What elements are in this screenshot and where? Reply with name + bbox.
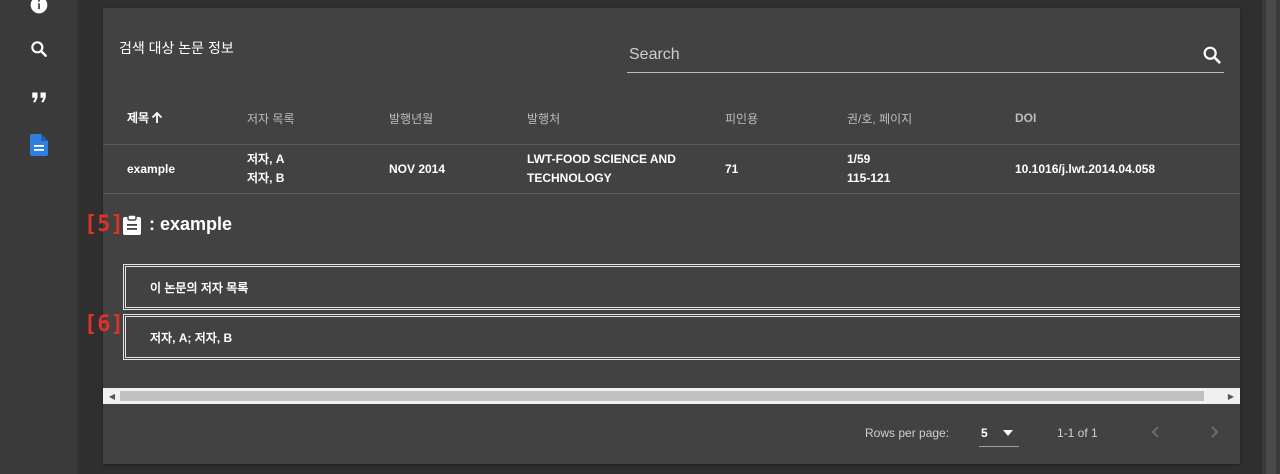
clipboard-icon xyxy=(123,214,141,235)
authors-label-box: 이 논문의 저자 목록 xyxy=(123,264,1240,310)
cell-doi: 10.1016/j.lwt.2014.04.058 xyxy=(1015,144,1240,194)
cell-citations: 71 xyxy=(725,144,847,194)
search-field xyxy=(627,38,1224,73)
horizontal-scrollbar[interactable]: ◀ ▶ xyxy=(103,388,1240,404)
annotation-marker-6: [6] xyxy=(84,312,124,337)
rows-per-page-value: 5 xyxy=(981,426,988,440)
column-header-date[interactable]: 발행년월 xyxy=(389,92,527,145)
search-input[interactable] xyxy=(627,42,1191,68)
cell-publisher: LWT-FOOD SCIENCE AND TECHNOLOGY xyxy=(527,144,725,194)
arrow-up-icon xyxy=(151,111,163,127)
table-row[interactable]: example 저자, A 저자, B NOV 2014 LWT-FOOD SC… xyxy=(103,144,1240,194)
detail-heading: : example xyxy=(123,214,232,235)
publisher-line: TECHNOLOGY xyxy=(527,171,612,185)
chevron-right-icon[interactable] xyxy=(1200,418,1228,446)
cell-volume-pages: 1/59 115-121 xyxy=(847,144,1015,194)
column-header-citations[interactable]: 피인용 xyxy=(725,92,847,145)
authors-value: 저자, A; 저자, B xyxy=(150,330,233,345)
rows-per-page-select[interactable]: 5 xyxy=(979,420,1019,447)
annotation-marker-5: [5] xyxy=(84,212,124,237)
quote-icon[interactable] xyxy=(28,86,50,108)
author-line: 저자, A xyxy=(247,152,285,166)
vertical-scrollbar[interactable] xyxy=(1262,0,1280,474)
info-icon[interactable] xyxy=(28,0,50,16)
publisher-line: LWT-FOOD SCIENCE AND xyxy=(527,152,676,166)
column-header-authors[interactable]: 저자 목록 xyxy=(247,92,389,145)
pages-line: 115-121 xyxy=(847,171,891,185)
rows-per-page-label: Rows per page: xyxy=(865,426,950,440)
column-header-volume-pages[interactable]: 권/호, 페이지 xyxy=(847,92,1015,145)
cell-title: example xyxy=(103,144,247,194)
author-line: 저자, B xyxy=(247,171,285,185)
volume-line: 1/59 xyxy=(847,152,871,166)
authors-label: 이 논문의 저자 목록 xyxy=(150,280,249,295)
table-header-row: 제목 저자 목록 발행년월 발행처 피인용 권/호, 페이지 DOI xyxy=(103,92,1240,145)
scroll-left-icon[interactable]: ◀ xyxy=(105,388,119,404)
detail-title: : example xyxy=(149,214,233,234)
pagination-range: 1-1 of 1 xyxy=(1057,426,1098,440)
cell-date: NOV 2014 xyxy=(389,144,527,194)
paper-info-card: 검색 대상 논문 정보 제목 저자 목록 발행년월 발행처 피인용 권/호, 페… xyxy=(103,8,1240,464)
search-icon[interactable] xyxy=(28,38,50,60)
search-icon[interactable] xyxy=(1201,44,1223,66)
document-icon[interactable] xyxy=(28,134,50,156)
table-footer: Rows per page: 5 1-1 of 1 xyxy=(103,404,1240,464)
authors-value-box: 저자, A; 저자, B xyxy=(123,314,1240,360)
left-nav-rail xyxy=(0,0,79,474)
column-header-label: 제목 xyxy=(127,111,150,125)
caret-down-icon xyxy=(1001,426,1015,443)
chevron-left-icon[interactable] xyxy=(1142,418,1170,446)
scrollbar-thumb[interactable] xyxy=(120,391,1204,401)
cell-authors: 저자, A 저자, B xyxy=(247,144,389,194)
card-title: 검색 대상 논문 정보 xyxy=(119,40,234,56)
column-header-publisher[interactable]: 발행처 xyxy=(527,92,725,145)
scroll-right-icon[interactable]: ▶ xyxy=(1224,388,1238,404)
column-header-title[interactable]: 제목 xyxy=(103,92,247,145)
column-header-doi[interactable]: DOI xyxy=(1015,92,1240,145)
results-table: 제목 저자 목록 발행년월 발행처 피인용 권/호, 페이지 DOI examp… xyxy=(103,92,1240,194)
